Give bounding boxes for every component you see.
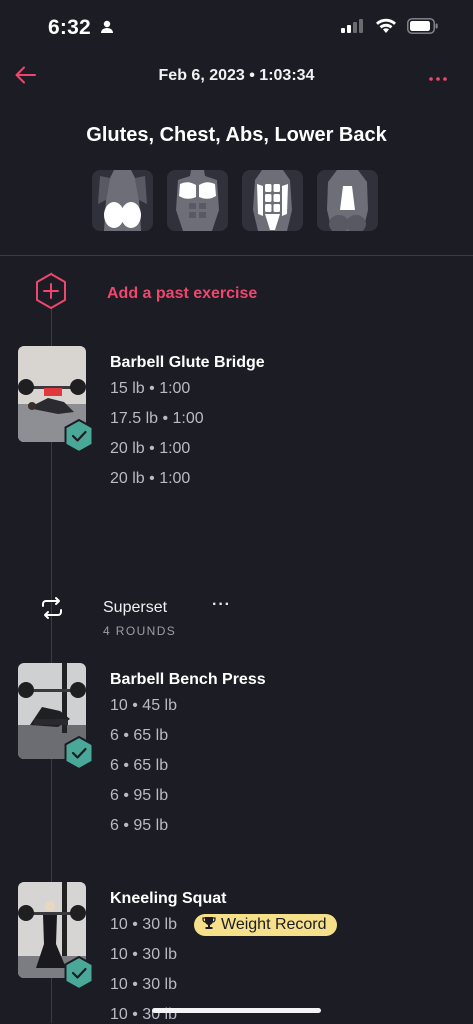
superset-more-button[interactable]: ··· [212,596,231,614]
set-line: 10 • 30 lb [110,946,177,963]
exercise-name[interactable]: Barbell Glute Bridge [110,354,265,372]
completed-check-icon [64,955,94,991]
lower-back-icon [317,170,378,231]
set-line: 15 lb • 1:00 [110,380,191,397]
add-past-exercise-label: Add a past exercise [107,284,258,302]
glutes-icon [92,170,153,231]
completed-check-icon [64,418,94,454]
home-indicator[interactable] [152,1008,321,1013]
muscle-groups-title: Glutes, Chest, Abs, Lower Back [86,124,387,146]
wifi-icon [375,18,397,39]
nav-bar: Feb 6, 2023 • 1:03:34 [0,60,473,94]
set-line: 10 • 45 lb [110,697,177,714]
section-divider [0,255,473,256]
workout-date-duration: Feb 6, 2023 • 1:03:34 [158,67,315,84]
add-past-exercise-button[interactable]: Add a past exercise [34,272,257,315]
battery-icon [407,18,439,39]
abs-icon [242,170,303,231]
superset-repeat-icon [38,596,66,625]
set-line: 17.5 lb • 1:00 [110,410,204,427]
superset-label: Superset [103,599,168,616]
completed-check-icon [64,735,94,771]
exercise-name[interactable]: Barbell Bench Press [110,671,266,689]
ellipsis-icon [429,68,447,86]
status-bar: 6:32 [0,0,473,56]
muscle-group-row [92,170,378,231]
set-line: 20 lb • 1:00 [110,470,191,487]
set-line: 20 lb • 1:00 [110,440,191,457]
add-hexagon-icon [34,272,68,315]
set-line: 6 • 95 lb [110,787,169,804]
cellular-signal-icon [341,19,365,38]
exercise-name[interactable]: Kneeling Squat [110,890,226,908]
set-line: 6 • 95 lb [110,817,169,834]
chest-icon [167,170,228,231]
status-indicators [341,18,439,39]
trophy-icon [202,916,216,935]
set-line: 10 • 30 lb [110,976,177,993]
more-options-button[interactable] [423,62,453,92]
weight-record-badge: Weight Record [194,914,337,936]
person-icon [100,20,114,39]
set-line: 10 • 30 lb [110,916,177,933]
set-line: 6 • 65 lb [110,727,169,744]
status-time: 6:32 [48,16,91,39]
set-line: 6 • 65 lb [110,757,169,774]
superset-rounds: 4 ROUNDS [103,624,177,638]
weight-record-label: Weight Record [221,916,327,933]
